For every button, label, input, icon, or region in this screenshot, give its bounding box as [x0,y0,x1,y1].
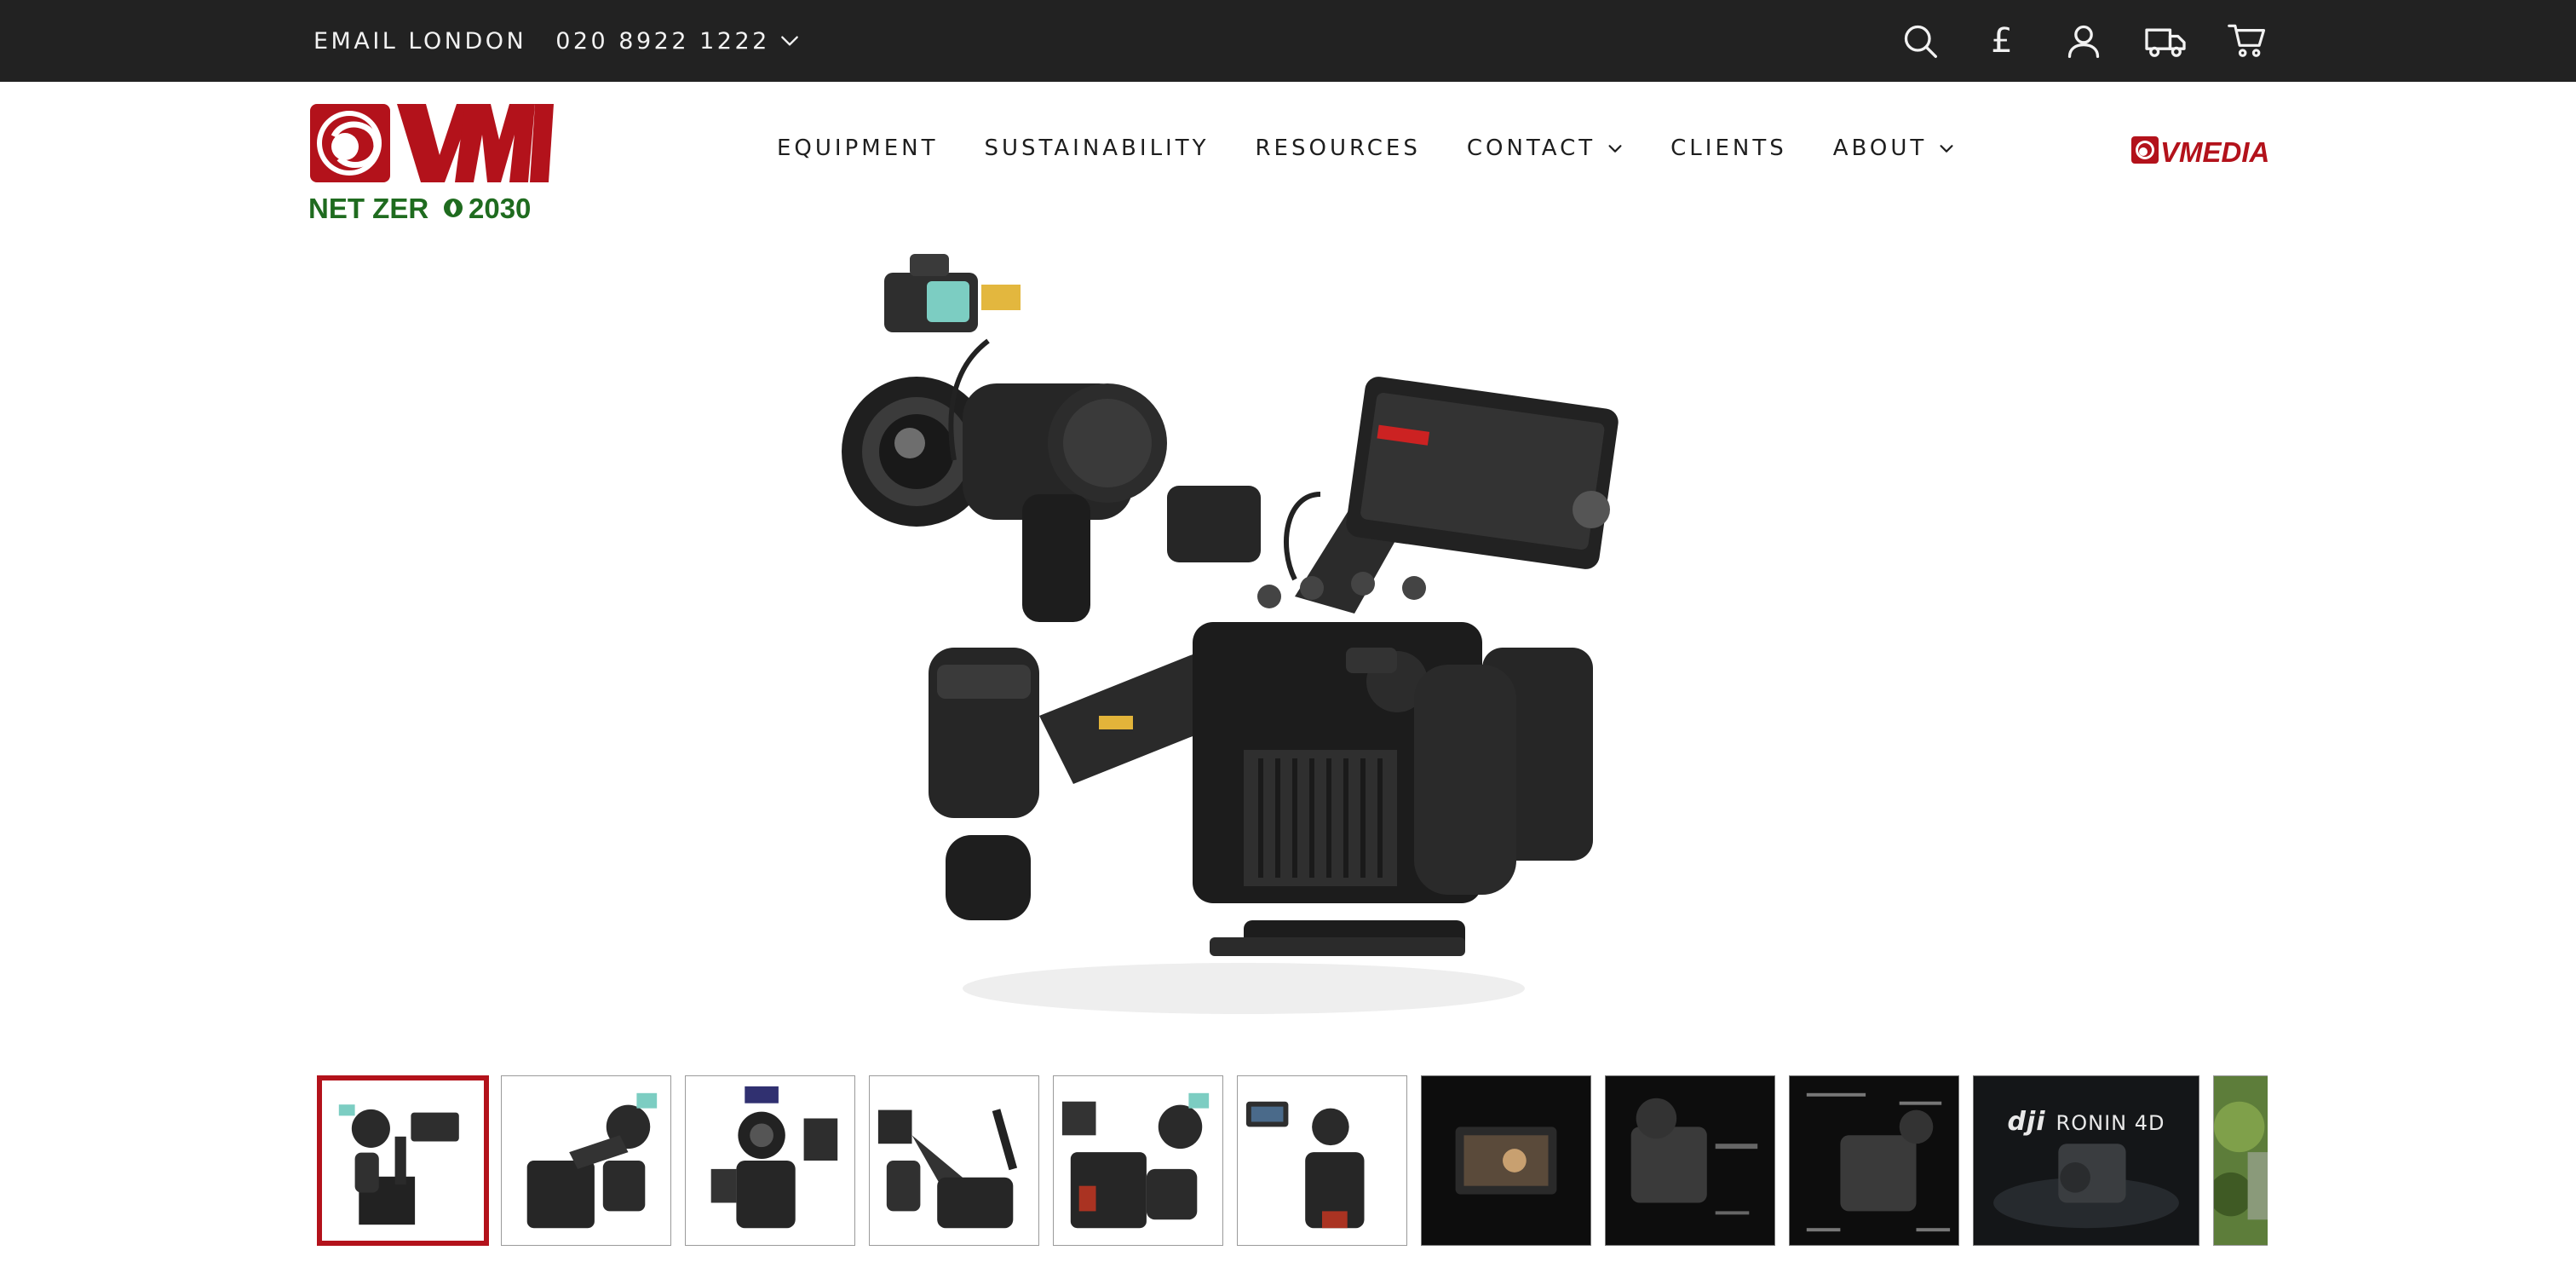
product-thumbnail-5[interactable] [1053,1075,1223,1246]
vmedia-logo[interactable]: VMEDIA [2131,133,2269,168]
chevron-down-icon [780,36,798,46]
product-thumbnail-10[interactable]: dji RONIN 4D [1973,1075,2199,1246]
chevron-down-icon [1608,145,1622,153]
product-thumbnail-3[interactable] [685,1075,855,1246]
product-thumbnail-6[interactable] [1237,1075,1407,1246]
nav-item-label: ABOUT [1832,135,1928,161]
delivery-truck-icon[interactable] [2143,19,2188,63]
net-zero-text-part-1: NET ZER [308,193,428,224]
product-thumbnail-2[interactable] [501,1075,671,1246]
thumbnail-overlay-title: dji RONIN 4D [1974,1107,2199,1137]
thumbnail-product-text: RONIN 4D [2056,1111,2165,1135]
product-thumbnail-7[interactable] [1421,1075,1591,1246]
product-thumbnail-9[interactable] [1789,1075,1959,1246]
nav-item-resources[interactable]: RESOURCES [1255,135,1420,161]
nav-item-about[interactable]: ABOUT [1833,135,1957,161]
product-thumbnail-8[interactable] [1605,1075,1775,1246]
net-zero-text-part-2: 2030 [469,193,531,224]
email-london-link[interactable]: EMAIL LONDON [313,28,526,55]
phone-dropdown[interactable]: 020 8922 1222 [555,28,801,55]
account-icon[interactable] [2061,19,2106,63]
product-thumbnail-4[interactable] [869,1075,1039,1246]
phone-number: 020 8922 1222 [555,27,770,55]
nav-item-equipment[interactable]: EQUIPMENT [777,135,938,161]
top-utility-bar: EMAIL LONDON 020 8922 1222 £ [0,0,2576,82]
nav-item-label: CLIENTS [1670,135,1787,161]
product-thumbnail-strip: dji RONIN 4D [317,1075,2268,1246]
cart-icon[interactable] [2225,19,2269,63]
vmi-net-zero-logo[interactable]: NET ZER 2030 [308,102,555,226]
vmedia-logo-text: VMEDIA [2160,136,2268,167]
currency-pound-icon[interactable]: £ [1980,19,2024,63]
nav-item-label: CONTACT [1466,135,1596,161]
nav-item-contact[interactable]: CONTACT [1467,135,1624,161]
contact-links: EMAIL LONDON 020 8922 1222 [313,0,801,82]
product-thumbnail-1[interactable] [317,1075,489,1246]
nav-item-label: SUSTAINABILITY [984,135,1210,161]
search-icon[interactable] [1898,19,1942,63]
nav-item-clients[interactable]: CLIENTS [1670,135,1787,161]
main-navigation: EQUIPMENT SUSTAINABILITY RESOURCES CONTA… [777,126,1956,170]
nav-item-label: EQUIPMENT [777,135,939,161]
product-main-image[interactable] [767,239,1704,1031]
thumbnail-brand-text: dji [2007,1107,2046,1137]
nav-item-sustainability[interactable]: SUSTAINABILITY [984,135,1209,161]
chevron-down-icon [1940,145,1953,153]
product-thumbnail-11[interactable] [2213,1075,2268,1246]
nav-item-label: RESOURCES [1255,135,1421,161]
utility-icons: £ [1860,0,2269,82]
